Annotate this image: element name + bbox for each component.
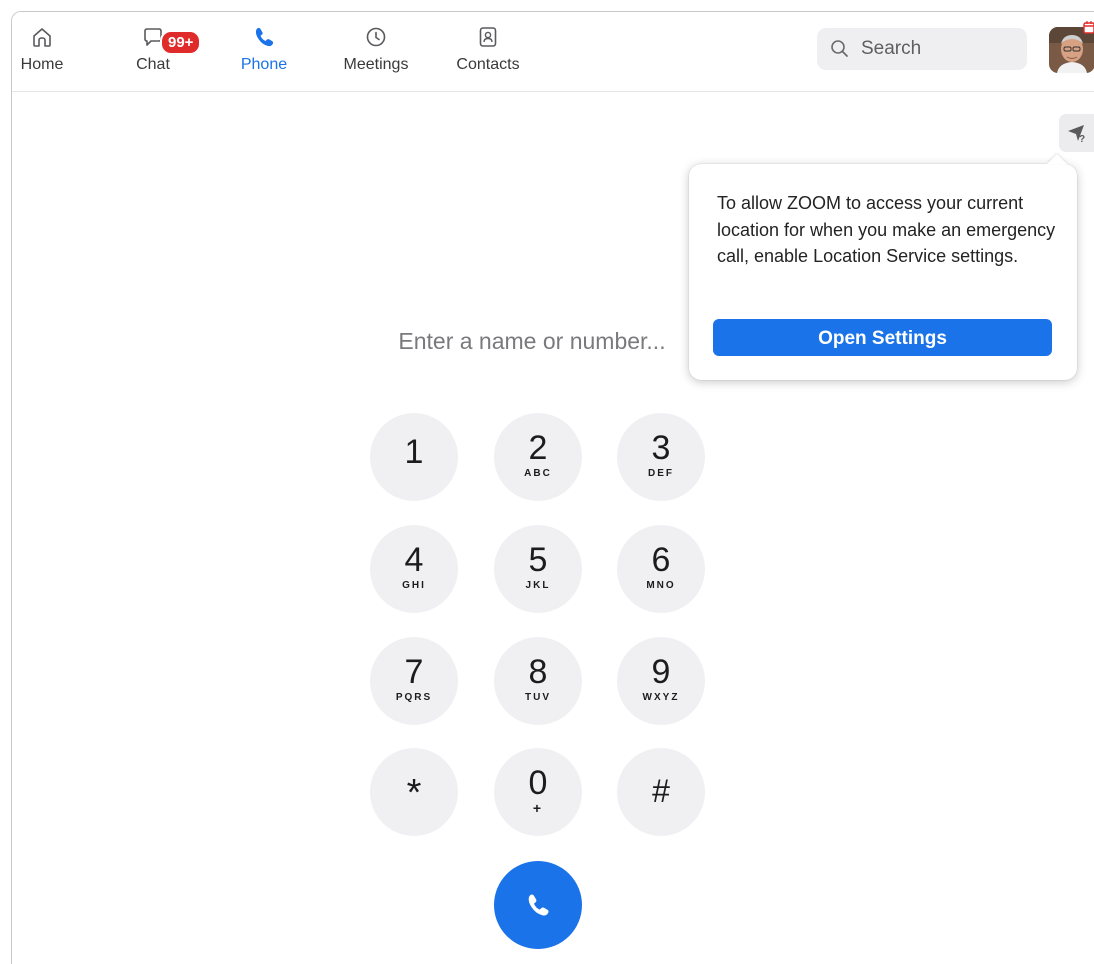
key-letters: ABC <box>524 468 552 479</box>
key-digit: # <box>652 773 670 809</box>
top-navigation-bar: Home 99+ Chat Phone Meetings Contacts Se… <box>12 12 1094 92</box>
keypad-key-6[interactable]: 6 MNO <box>617 525 705 613</box>
nav-tab-meetings-label: Meetings <box>343 56 409 73</box>
nav-tab-contacts[interactable]: Contacts <box>443 24 533 82</box>
key-letters: PQRS <box>395 692 433 703</box>
nav-tab-home-label: Home <box>20 56 64 73</box>
search-placeholder: Search <box>861 38 922 59</box>
key-digit: * <box>406 772 422 814</box>
keypad-key-0[interactable]: 0 + <box>494 748 582 836</box>
search-icon <box>831 40 848 57</box>
search-box[interactable]: Search <box>817 28 1027 70</box>
nav-tab-chat[interactable]: 99+ Chat <box>108 24 202 82</box>
keypad-key-5[interactable]: 5 JKL <box>494 525 582 613</box>
key-letters: MNO <box>646 580 676 591</box>
key-digit: 0 <box>528 764 548 802</box>
clock-icon <box>366 27 386 47</box>
keypad-key-star[interactable]: * <box>370 748 458 836</box>
chat-unread-badge: 99+ <box>160 30 202 55</box>
location-help-button[interactable]: ? <box>1059 114 1094 152</box>
key-letters: TUV <box>525 692 551 703</box>
key-digit: 3 <box>651 429 671 467</box>
nav-tab-phone[interactable]: Phone <box>219 24 309 82</box>
key-letters: GHI <box>402 580 426 591</box>
keypad-key-1[interactable]: 1 <box>370 413 458 501</box>
keypad-key-9[interactable]: 9 WXYZ <box>617 637 705 725</box>
keypad-key-hash[interactable]: # <box>617 748 705 836</box>
key-digit: 2 <box>528 429 548 467</box>
keypad-key-2[interactable]: 2 ABC <box>494 413 582 501</box>
home-icon <box>33 28 51 47</box>
open-settings-button[interactable]: Open Settings <box>713 319 1052 356</box>
key-letters: DEF <box>648 468 674 479</box>
key-digit: 9 <box>651 653 671 691</box>
nav-tab-contacts-label: Contacts <box>456 56 520 73</box>
popover-message: To allow ZOOM to access your current loc… <box>717 193 1056 266</box>
keypad-key-7[interactable]: 7 PQRS <box>370 637 458 725</box>
key-digit: 4 <box>404 541 424 579</box>
keypad-key-8[interactable]: 8 TUV <box>494 637 582 725</box>
nav-tab-meetings[interactable]: Meetings <box>331 24 421 82</box>
key-letters: JKL <box>525 580 551 591</box>
svg-text:?: ? <box>1079 134 1085 144</box>
dial-number-input[interactable] <box>372 323 692 359</box>
phone-icon <box>528 894 549 916</box>
zoom-window: Home 99+ Chat Phone Meetings Contacts Se… <box>11 11 1094 964</box>
key-digit: 1 <box>404 433 424 471</box>
location-permission-popover: To allow ZOOM to access your current loc… <box>689 164 1077 380</box>
keypad-key-3[interactable]: 3 DEF <box>617 413 705 501</box>
nav-tab-phone-label: Phone <box>240 56 288 73</box>
key-letters: WXYZ <box>642 692 680 703</box>
nav-tab-home[interactable]: Home <box>12 24 87 82</box>
key-digit: 6 <box>651 541 671 579</box>
calendar-status-icon <box>1083 21 1094 34</box>
key-digit: 8 <box>528 653 548 691</box>
key-digit: 5 <box>528 541 548 579</box>
contacts-icon <box>479 27 497 47</box>
keypad-key-4[interactable]: 4 GHI <box>370 525 458 613</box>
phone-icon <box>255 27 274 47</box>
nav-tab-chat-label: Chat <box>136 56 170 73</box>
call-button[interactable] <box>494 861 582 949</box>
location-arrow-question-icon: ? <box>1068 125 1085 144</box>
key-digit: 7 <box>404 653 424 691</box>
key-letters: + <box>532 800 544 816</box>
